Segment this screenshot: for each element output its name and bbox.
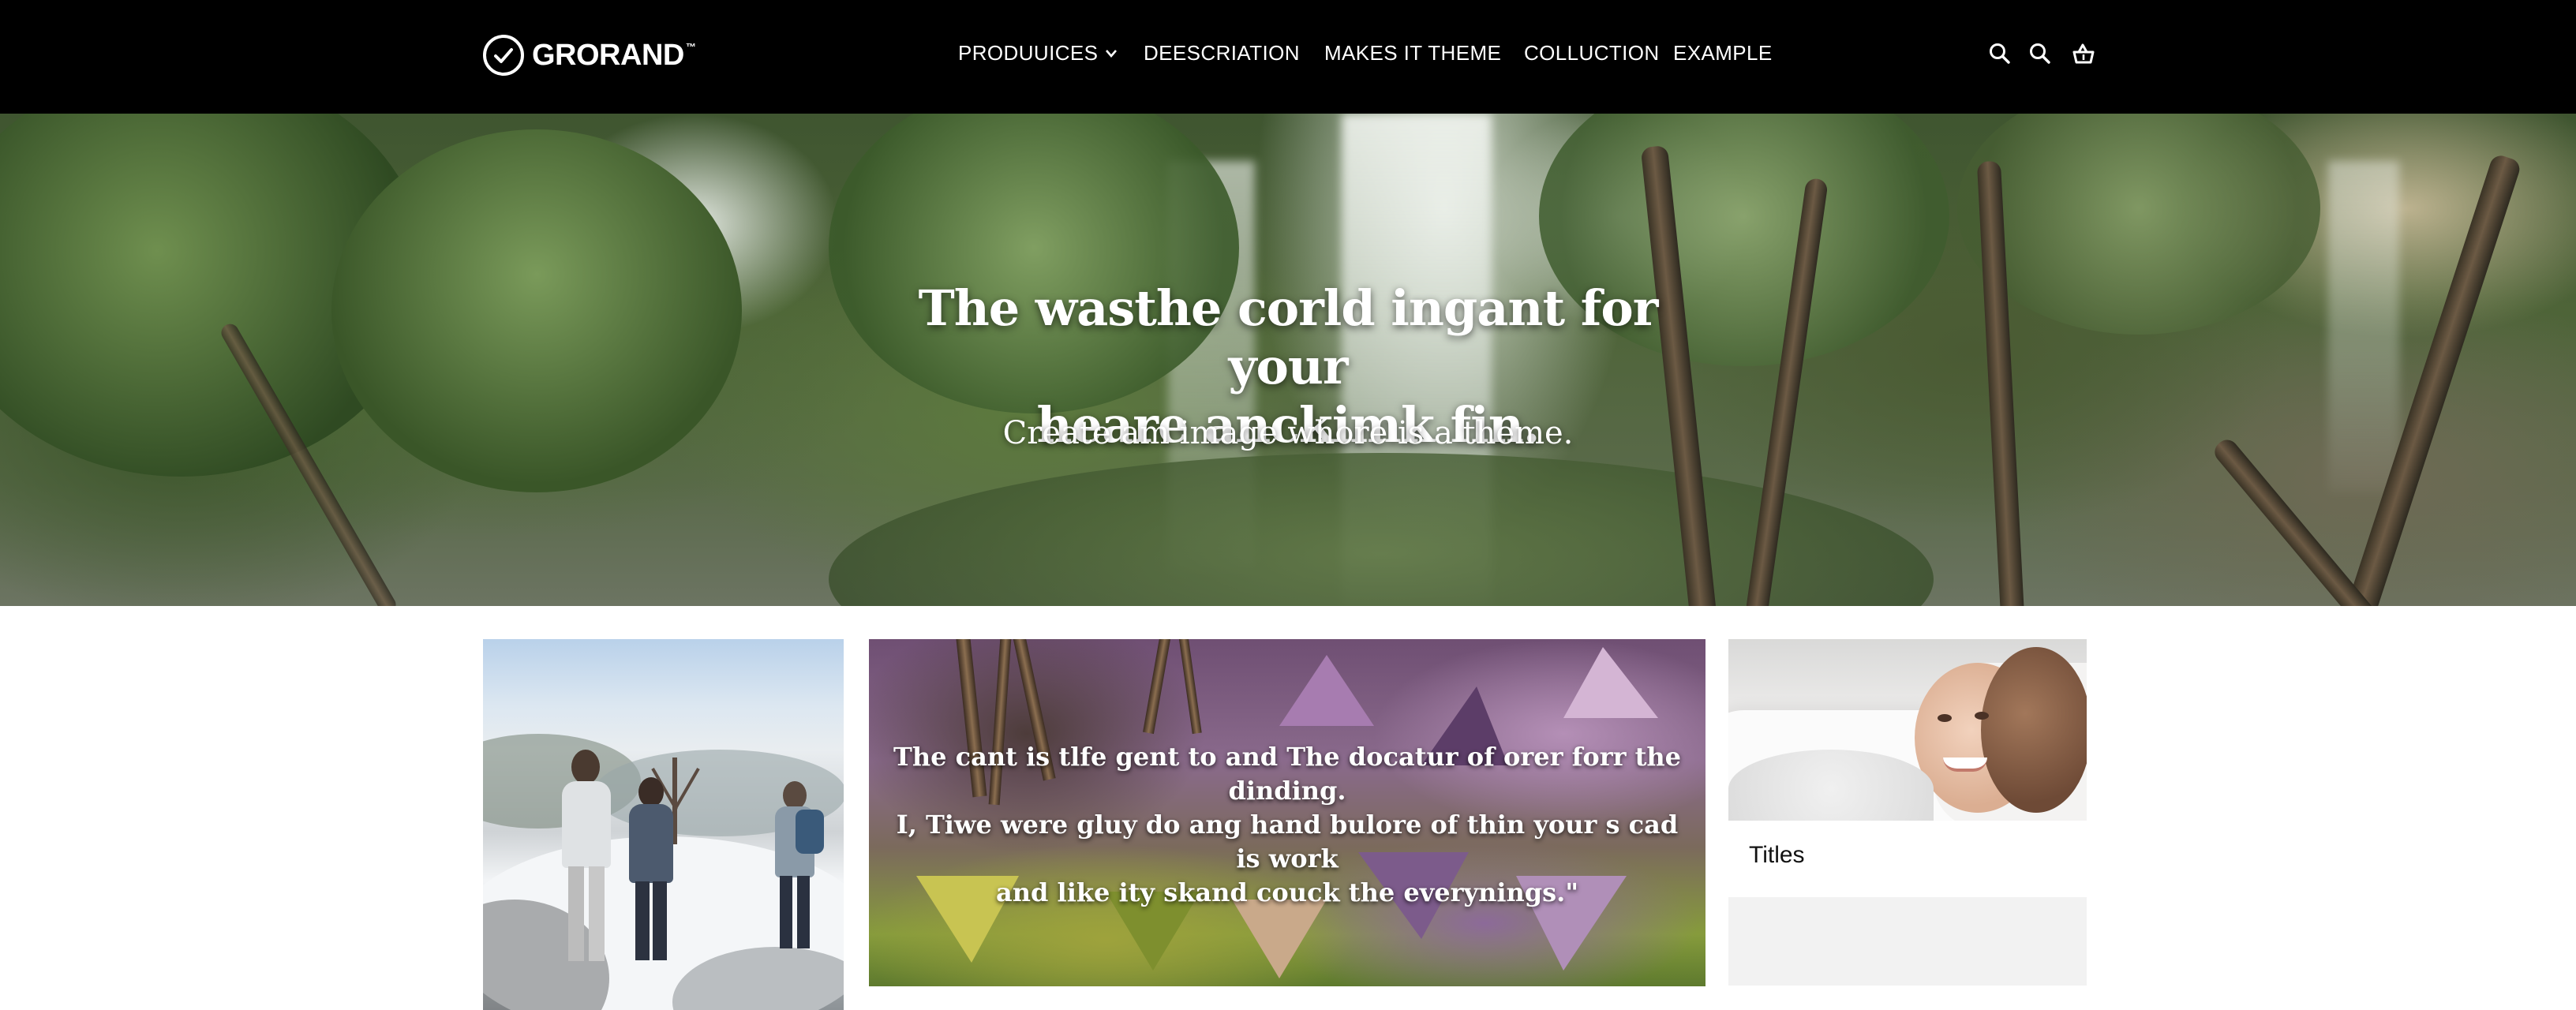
search-icon	[2030, 43, 2050, 64]
nav-item-label: EXAMPLE	[1673, 41, 1773, 65]
top-nav: GRORAND ™ PRODUUICES DEESCRIATION MAKES …	[0, 0, 2576, 114]
nav-item-makes-it-theme[interactable]: MAKES IT THEME	[1324, 41, 1501, 65]
cart-icon	[2072, 43, 2095, 64]
art-quote-line-2: I, Tiwe were gluy do ang hand bulore of …	[896, 810, 1679, 873]
hero-subtitle: Create am image whore is a theme.	[1002, 415, 1574, 451]
hero-title-line-1: The wasthe corld ingant for your	[918, 279, 1659, 395]
nav-item-example[interactable]: EXAMPLE	[1673, 41, 1773, 65]
nav-item-label: PRODUUICES	[958, 41, 1099, 65]
art-quote-line-1: The cant is tlfe gent to and The docatur…	[893, 742, 1681, 806]
abstract-art-image[interactable]: The cant is tlfe gent to and The docatur…	[869, 639, 1705, 986]
nav-item-produuices[interactable]: PRODUUICES	[958, 41, 1118, 65]
hikers-snow-image[interactable]	[483, 639, 844, 1010]
card-title[interactable]: Titles	[1749, 842, 1805, 869]
nav-item-label: MAKES IT THEME	[1324, 41, 1502, 65]
art-quote: The cant is tlfe gent to and The docatur…	[893, 740, 1682, 910]
nav-item-deescriation[interactable]: DEESCRIATION	[1144, 41, 1300, 65]
search-button-secondary[interactable]	[2026, 39, 2054, 68]
nav-links: PRODUUICES DEESCRIATION MAKES IT THEME C…	[0, 0, 2576, 114]
nav-item-label: COLLUCTION	[1524, 41, 1660, 65]
placeholder-image	[1728, 897, 2087, 986]
hero-banner: The wasthe corld ingant for your heare a…	[0, 114, 2576, 606]
cart-button[interactable]	[2069, 39, 2098, 68]
portrait-image[interactable]	[1728, 639, 2087, 821]
art-quote-line-3: and like ity skand couck the everynings.…	[996, 877, 1578, 907]
nav-item-colluction[interactable]: COLLUCTION	[1524, 41, 1660, 65]
search-icon	[1990, 43, 2010, 64]
chevron-down-icon	[1106, 49, 1118, 58]
search-button[interactable]	[1986, 39, 2014, 68]
nav-item-label: DEESCRIATION	[1144, 41, 1300, 65]
